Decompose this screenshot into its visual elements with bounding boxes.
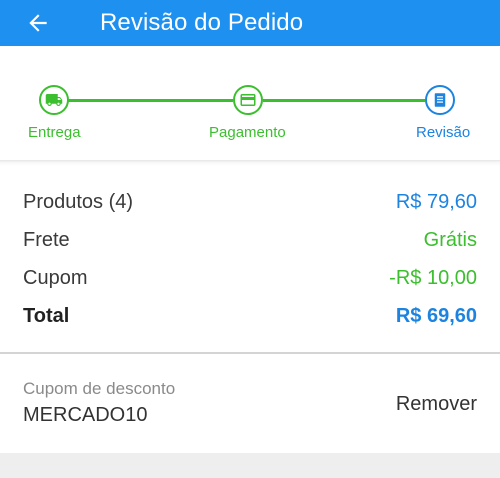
- app-bar: Revisão do Pedido: [0, 0, 500, 46]
- summary-row-products: Produtos (4) R$ 79,60: [23, 191, 477, 221]
- step-label-pagamento: Pagamento: [209, 124, 286, 141]
- receipt-icon: [434, 93, 446, 107]
- remove-coupon-button[interactable]: Remover: [396, 393, 477, 416]
- divider: [0, 352, 500, 354]
- step-connector-1: [68, 99, 233, 102]
- summary-row-shipping: Frete Grátis: [23, 229, 477, 259]
- step-revisao[interactable]: [425, 85, 455, 115]
- step-label-entrega: Entrega: [28, 124, 81, 141]
- arrow-left-icon: [29, 14, 47, 32]
- page-title: Revisão do Pedido: [100, 9, 304, 36]
- shipping-label: Frete: [23, 229, 70, 251]
- step-pagamento[interactable]: [233, 85, 263, 115]
- step-connector-2: [263, 99, 425, 102]
- back-button[interactable]: [22, 7, 54, 39]
- coupon-caption: Cupom de desconto: [23, 379, 176, 398]
- truck-icon: [45, 94, 63, 106]
- checkout-stepper: Entrega Pagamento Revisão: [0, 56, 500, 160]
- total-label: Total: [23, 305, 70, 327]
- products-label: Produtos (4): [23, 191, 134, 213]
- footer-band: [0, 453, 500, 478]
- summary-row-total: Total R$ 69,60: [23, 305, 477, 335]
- coupon-code: MERCADO10: [23, 404, 148, 426]
- summary-row-coupon: Cupom -R$ 10,00: [23, 267, 477, 297]
- coupon-value: -R$ 10,00: [389, 267, 477, 289]
- products-value: R$ 79,60: [395, 191, 477, 213]
- coupon-label: Cupom: [23, 267, 88, 289]
- step-entrega[interactable]: [39, 85, 69, 115]
- shipping-value: Grátis: [423, 229, 477, 251]
- section-divider: [0, 160, 500, 166]
- credit-card-icon: [240, 94, 256, 106]
- step-label-revisao: Revisão: [416, 124, 471, 141]
- total-value: R$ 69,60: [395, 305, 477, 327]
